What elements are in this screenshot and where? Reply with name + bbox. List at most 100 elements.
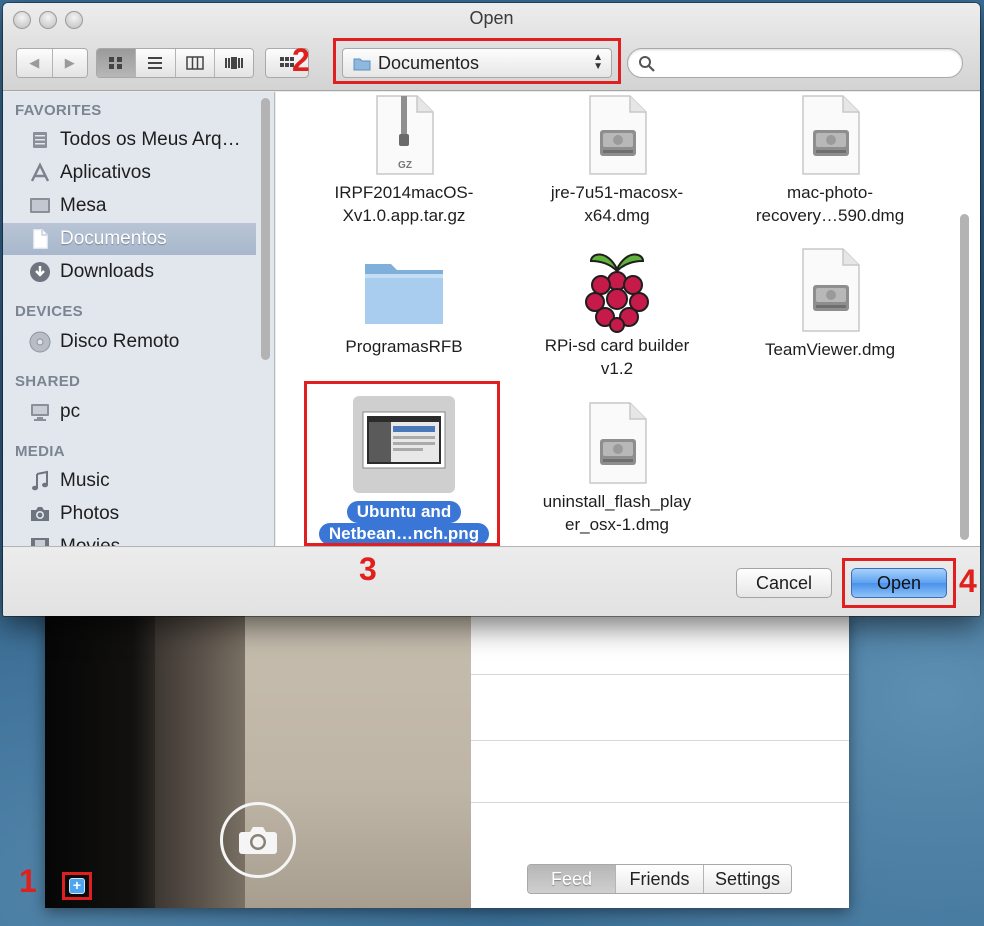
sidebar-item-label: Downloads [60,261,154,282]
step-number-2: 2 [292,42,310,78]
forward-button[interactable]: ▶ [52,49,87,77]
camera-icon [239,827,277,854]
file-item[interactable]: uninstall_flash_play er_osx-1.dmg [517,401,717,536]
downloads-icon [28,260,52,284]
desktop-icon [28,194,52,218]
sidebar-item-pc[interactable]: pc [3,396,256,428]
sidebar-section-favorites: FAVORITES [15,102,102,119]
location-popup[interactable]: Documentos ▲ ▼ [342,48,612,78]
disk-image-icon [589,95,647,175]
sidebar-item-label: Photos [60,503,120,524]
file-item[interactable]: RPi-sd card builder v1.2 [517,247,717,380]
sidebar-item-label: Music [60,470,110,491]
disk-image-icon [589,402,647,484]
grid-icon [109,57,123,69]
add-photo-button[interactable]: + [62,872,92,900]
sidebar-section-devices: DEVICES [15,303,83,320]
list-view-button[interactable] [136,49,176,77]
coverflow-icon [224,57,243,69]
chevron-right-icon: ▶ [64,55,75,70]
computer-icon [28,400,52,424]
remote-disc-icon [28,330,52,354]
file-item[interactable]: jre-7u51-macosx- x64.dmg [517,94,717,227]
file-item[interactable]: ProgramasRFB [304,250,504,358]
back-button[interactable]: ◀ [17,49,53,77]
sidebar-item-all-files[interactable]: Todos os Meus Arq… [3,124,256,156]
camera-app-window: + Feed Friends Settings [45,612,849,908]
music-icon [28,469,52,493]
sidebar: FAVORITES Todos os Meus Arq… Aplicativos… [3,92,275,546]
file-name-line2: recovery…590.dmg [755,206,905,225]
file-name-line1: RPi-sd card builder [544,336,690,355]
dialog-bottom-bar [3,546,980,616]
svg-text:GZ: GZ [398,160,412,171]
film-icon [28,535,52,546]
updown-arrows-icon: ▲ ▼ [593,52,603,72]
dialog-titlebar: Open ◀ ▶ Documentos ▲ ▼ [3,3,980,91]
step-number-4: 4 [959,563,977,599]
file-scrollbar[interactable] [960,214,969,540]
plus-icon: + [69,878,85,894]
search-field[interactable] [627,48,963,78]
search-icon [639,56,655,72]
tab-feed[interactable]: Feed [528,865,616,893]
sidebar-section-media: MEDIA [15,443,65,460]
file-name-line2: x64.dmg [584,206,650,225]
history-nav: ◀ ▶ [16,48,88,78]
sidebar-item-photos[interactable]: Photos [3,498,256,530]
cancel-button[interactable]: Cancel [736,568,832,598]
column-view-button[interactable] [175,49,215,77]
shutter-button[interactable] [220,802,296,878]
icon-view-button[interactable] [97,49,137,77]
camera-preview: + [45,612,471,908]
file-item[interactable]: GZ IRPF2014macOS- Xv1.0.app.tar.gz [304,94,504,227]
step-number-1: 1 [19,863,37,899]
folder-small-icon [353,58,371,70]
tab-friends[interactable]: Friends [616,865,704,893]
sidebar-item-desktop[interactable]: Mesa [3,190,256,222]
folder-icon [365,264,443,324]
sidebar-item-label: Movies [60,536,120,546]
window-title: Open [469,8,514,28]
step-number-3: 3 [359,551,377,587]
file-name-line1: uninstall_flash_play [542,492,692,511]
sidebar-item-downloads[interactable]: Downloads [3,256,256,288]
file-item[interactable]: TeamViewer.dmg [730,247,930,361]
sidebar-item-label: Mesa [60,195,107,216]
sidebar-item-label: Disco Remoto [60,331,180,352]
sidebar-item-label: Todos os Meus Arq… [60,129,241,150]
open-button[interactable]: Open [851,568,947,598]
sidebar-item-label: pc [60,401,81,422]
sidebar-scrollbar[interactable] [261,98,270,360]
disk-image-icon [802,95,860,175]
archive-icon: GZ [376,95,434,175]
file-name-line1: TeamViewer.dmg [764,340,896,359]
selected-file-highlight [304,381,500,546]
sidebar-item-movies[interactable]: Movies [3,531,256,546]
file-name-line1: mac-photo- [787,183,873,202]
columns-icon [185,56,204,70]
sidebar-section-shared: SHARED [15,373,81,390]
location-label: Documentos [378,52,480,73]
list-icon [148,57,163,69]
disk-image-icon [802,248,860,332]
file-name-line2: Xv1.0.app.tar.gz [342,206,466,225]
tab-settings[interactable]: Settings [704,865,791,893]
raspberry-icon [585,253,649,333]
coverflow-view-button[interactable] [214,49,253,77]
sidebar-item-remote-disc[interactable]: Disco Remoto [3,326,256,358]
file-item[interactable]: mac-photo- recovery…590.dmg [730,94,930,227]
file-name-line1: ProgramasRFB [345,337,463,356]
sidebar-item-label: Aplicativos [60,162,151,183]
sidebar-item-music[interactable]: Music [3,465,256,497]
chevron-left-icon: ◀ [29,55,40,70]
feed-panel: Feed Friends Settings [471,612,849,908]
sidebar-item-applications[interactable]: Aplicativos [3,157,256,189]
sidebar-item-label: Documentos [60,228,167,249]
camera-icon [28,502,52,526]
file-name-line1: IRPF2014macOS- [334,183,474,202]
sidebar-item-documents[interactable]: Documentos [3,223,256,255]
applications-icon [28,161,52,185]
file-name-line1: jre-7u51-macosx- [550,183,684,202]
file-name-line2: v1.2 [600,359,634,378]
